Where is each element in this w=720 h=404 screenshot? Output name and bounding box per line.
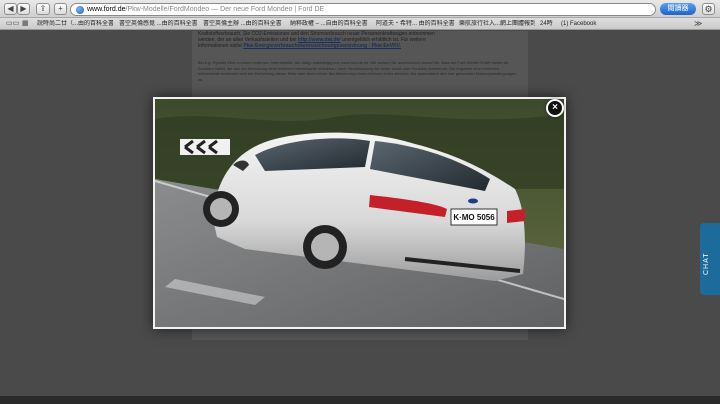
bookmark-item[interactable]: 書空英倫感覺 ...由的百科全書: [119, 20, 197, 28]
reading-list-icon[interactable]: ▭▭: [6, 20, 19, 28]
car-photo: K·MO 5056: [155, 99, 564, 327]
envkv-link[interactable]: Pkw-Energieverbrauchskennzeichnungsveror…: [243, 43, 401, 49]
info-text-fragment: Informationen siehe: [198, 43, 244, 49]
page-title: Der neue Ford Mondeo | Ford DE: [220, 6, 325, 13]
bookmarks-bar: ▭▭ ▦ 說時尚二廿（...由的百科全書 書空英倫感覺 ...由的百科全書 書空…: [0, 18, 720, 30]
license-plate: K·MO 5056: [453, 213, 495, 222]
address-bar[interactable]: www.ford.de/Pkw-Modelle/FordMondeo — Der…: [70, 3, 656, 16]
bookmark-item[interactable]: 納粹政權 – ...自由的百科全書: [290, 20, 370, 28]
back-button[interactable]: ◀: [4, 3, 17, 15]
bookmark-item[interactable]: 說時尚二廿（...由的百科全書: [37, 20, 113, 28]
url-path: /Pkw-Modelle/FordMondeo: [125, 6, 210, 13]
url-text: www.ford.de/Pkw-Modelle/FordMondeo — Der…: [87, 5, 324, 15]
close-icon[interactable]: ×: [546, 99, 564, 117]
disclaimer-text: Bei e.g. Hybrids führt zu einem externen…: [198, 60, 516, 82]
bookmark-item[interactable]: 樂航旅行社入...網上團體報到: [459, 20, 535, 28]
gear-icon[interactable]: ⚙: [702, 3, 715, 15]
chat-tab-label: CHAT: [703, 252, 710, 275]
chevron-right-icon[interactable]: ≫: [694, 19, 702, 28]
lightbox-image-frame: K·MO 5056: [153, 97, 566, 329]
bookmark-item[interactable]: 書空英倫主辦 ...由的百科全書: [203, 20, 283, 28]
chat-tab[interactable]: CHAT: [700, 223, 720, 295]
bookmark-item[interactable]: (1) Facebook: [561, 20, 611, 28]
browser-toolbar: ◀ ▶ ⇪ + www.ford.de/Pkw-Modelle/FordMond…: [0, 0, 720, 18]
search-button[interactable]: 閱讀器: [660, 3, 696, 15]
share-button[interactable]: ⇪: [36, 3, 50, 15]
bookmark-item[interactable]: 24時: [540, 20, 556, 28]
bookmark-item[interactable]: 阿道夫・希特... 由的百科全書: [376, 20, 456, 28]
grid-icon[interactable]: ▦: [22, 20, 29, 28]
url-domain: www.ford.de: [87, 6, 126, 13]
url-separator: —: [209, 6, 221, 13]
chevron-signs: [180, 139, 230, 155]
new-tab-button[interactable]: +: [54, 3, 67, 15]
forward-button[interactable]: ▶: [17, 3, 30, 15]
info-text-line: Informationen siehe Pkw-Energieverbrauch…: [198, 43, 520, 49]
globe-icon: [76, 6, 84, 14]
status-bar: [0, 396, 720, 404]
